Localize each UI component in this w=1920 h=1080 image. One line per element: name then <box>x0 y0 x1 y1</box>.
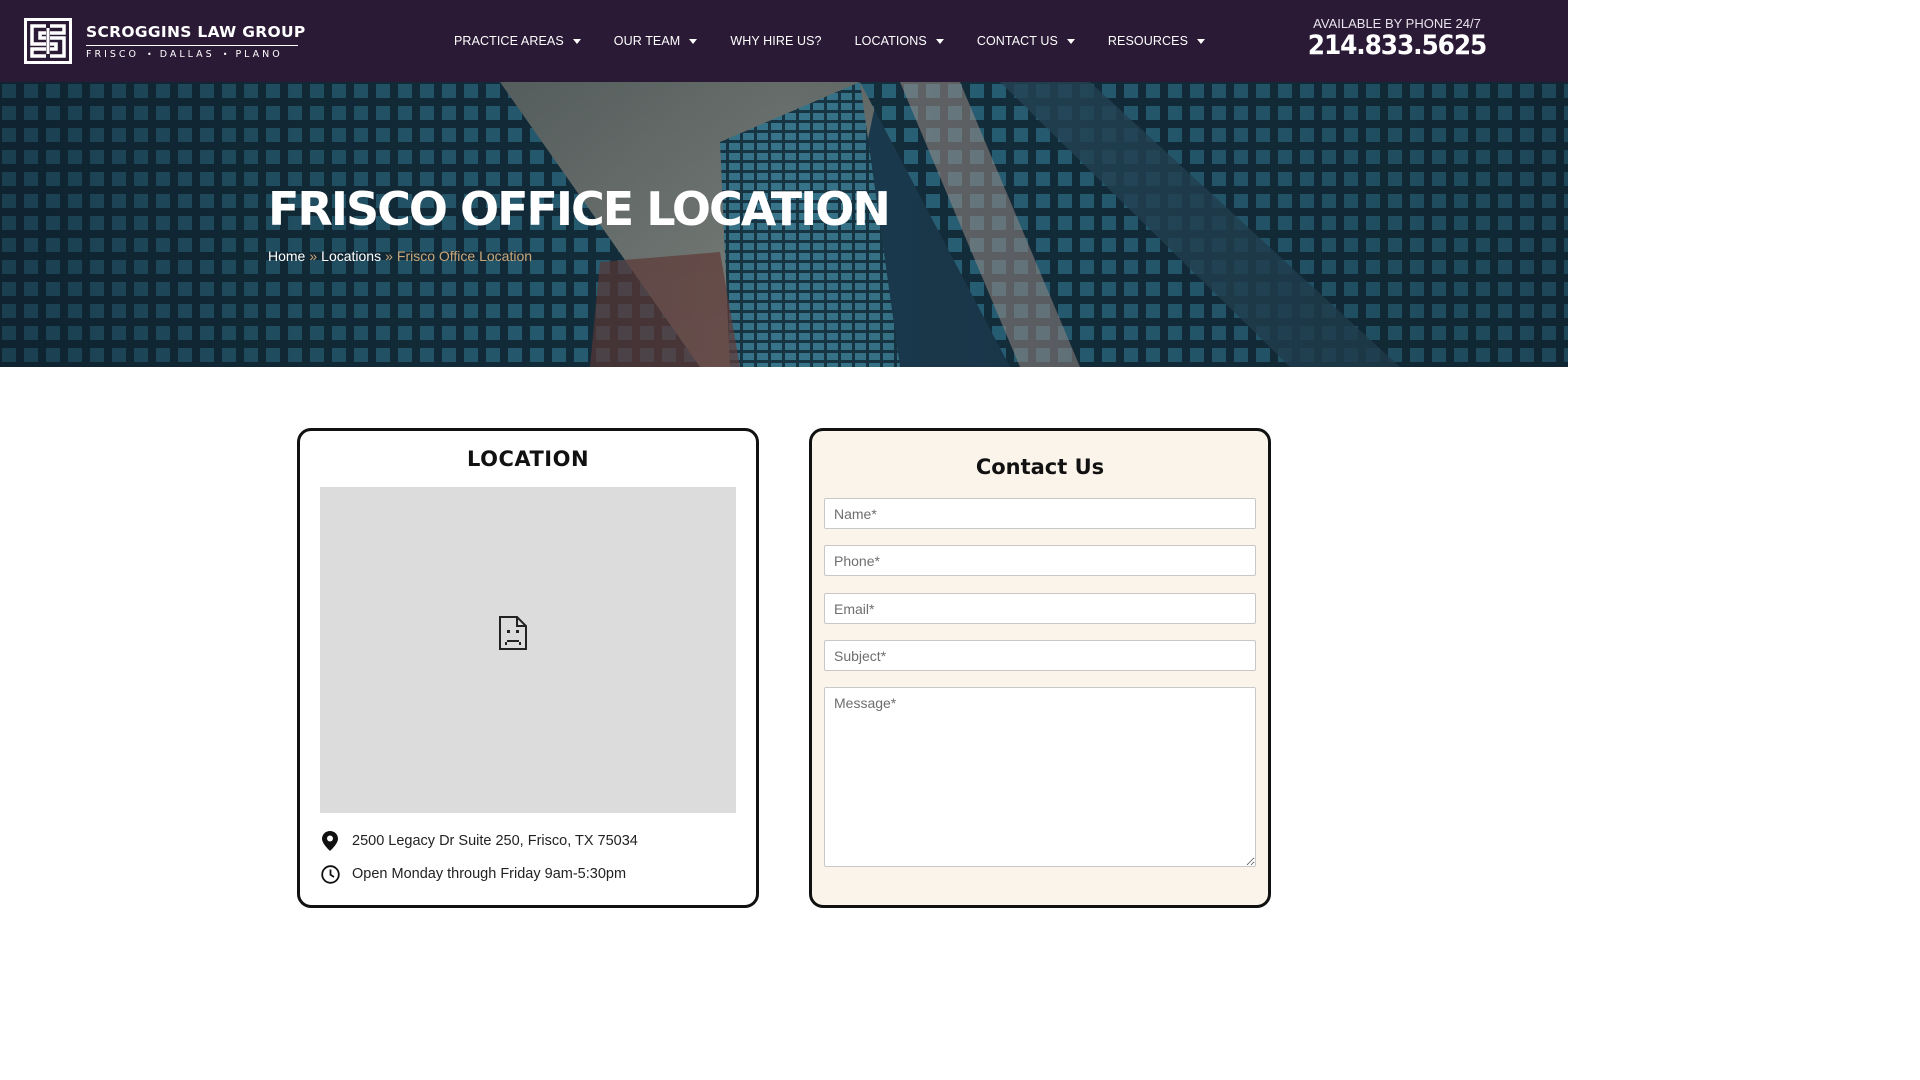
nav-label: PRACTICE AREAS <box>454 34 564 48</box>
caret-down-icon <box>1197 38 1206 44</box>
breadcrumb-home[interactable]: Home <box>268 248 305 264</box>
brand-logo[interactable]: SCROGGINS LAW GROUP FRISCO • DALLAS • PL… <box>24 18 306 64</box>
city-frisco: FRISCO <box>86 48 140 60</box>
nav-label: WHY HIRE US? <box>730 34 822 48</box>
nav-resources[interactable]: RESOURCES <box>1107 34 1206 48</box>
nav-label: OUR TEAM <box>613 34 681 48</box>
site-header: SCROGGINS LAW GROUP FRISCO • DALLAS • PL… <box>0 0 1568 82</box>
location-card-title: LOCATION <box>466 447 590 471</box>
phone-label: AVAILABLE BY PHONE 24/7 <box>1313 16 1481 31</box>
caret-down-icon <box>1066 38 1075 44</box>
logo-mark-icon <box>24 18 72 64</box>
breadcrumb-locations[interactable]: Locations <box>321 248 381 264</box>
main-nav: PRACTICE AREAS OUR TEAM WHY HIRE US? LOC… <box>454 0 1238 82</box>
phone-box: AVAILABLE BY PHONE 24/7 214.833.5625 <box>1300 16 1494 61</box>
caret-down-icon <box>689 38 698 44</box>
map-embed[interactable] <box>320 487 736 813</box>
city-separator: • <box>147 49 152 59</box>
message-field[interactable] <box>824 687 1256 867</box>
nav-practice-areas[interactable]: PRACTICE AREAS <box>454 34 581 48</box>
hero-banner: FRISCO OFFICE LOCATION Home» Locations» Fr… <box>0 82 1568 367</box>
breadcrumb-separator: » <box>309 248 318 264</box>
breadcrumb-current: Frisco Office Location <box>396 248 533 264</box>
logo-text: SCROGGINS LAW GROUP FRISCO • DALLAS • PL… <box>86 23 306 60</box>
nav-our-team[interactable]: OUR TEAM <box>614 34 698 48</box>
contact-form-title: Contact Us <box>975 455 1105 479</box>
page-title: FRISCO OFFICE LOCATION <box>268 182 891 236</box>
hours-text: Open Monday through Friday 9am-5:30pm <box>352 866 627 882</box>
brand-cities: FRISCO • DALLAS • PLANO <box>86 49 306 60</box>
city-plano: PLANO <box>235 48 283 60</box>
city-separator: • <box>222 49 228 59</box>
caret-down-icon <box>935 38 944 44</box>
address-row: 2500 Legacy Dr Suite 250, Frisco, TX 750… <box>320 831 638 851</box>
phone-field[interactable] <box>824 545 1256 576</box>
nav-label: RESOURCES <box>1107 34 1189 48</box>
nav-contact-us[interactable]: CONTACT US <box>977 34 1075 48</box>
city-dallas: DALLAS <box>159 48 215 60</box>
broken-document-icon <box>499 616 527 650</box>
logo-divider <box>86 44 298 46</box>
nav-why-hire-us[interactable]: WHY HIRE US? <box>730 34 821 48</box>
nav-locations[interactable]: LOCATIONS <box>855 34 944 48</box>
email-field[interactable] <box>824 593 1256 624</box>
caret-down-icon <box>572 38 581 44</box>
map-pin-icon <box>320 831 340 851</box>
brand-name: SCROGGINS LAW GROUP <box>86 22 306 41</box>
name-field[interactable] <box>824 498 1256 529</box>
clock-icon <box>320 864 340 884</box>
breadcrumb-separator: » <box>385 248 393 264</box>
subject-field[interactable] <box>824 640 1256 671</box>
breadcrumb: Home» Locations» Frisco Office Location <box>268 248 532 264</box>
nav-label: LOCATIONS <box>854 34 927 48</box>
address-text: 2500 Legacy Dr Suite 250, Frisco, TX 750… <box>352 833 638 849</box>
nav-label: CONTACT US <box>976 34 1058 48</box>
contact-form-card: Contact Us <box>809 428 1271 908</box>
phone-number-link[interactable]: 214.833.5625 <box>1308 31 1488 61</box>
location-card: LOCATION 2500 Legacy Dr Suite 250, Frisc… <box>297 428 759 908</box>
hours-row: Open Monday through Friday 9am-5:30pm <box>320 864 626 884</box>
